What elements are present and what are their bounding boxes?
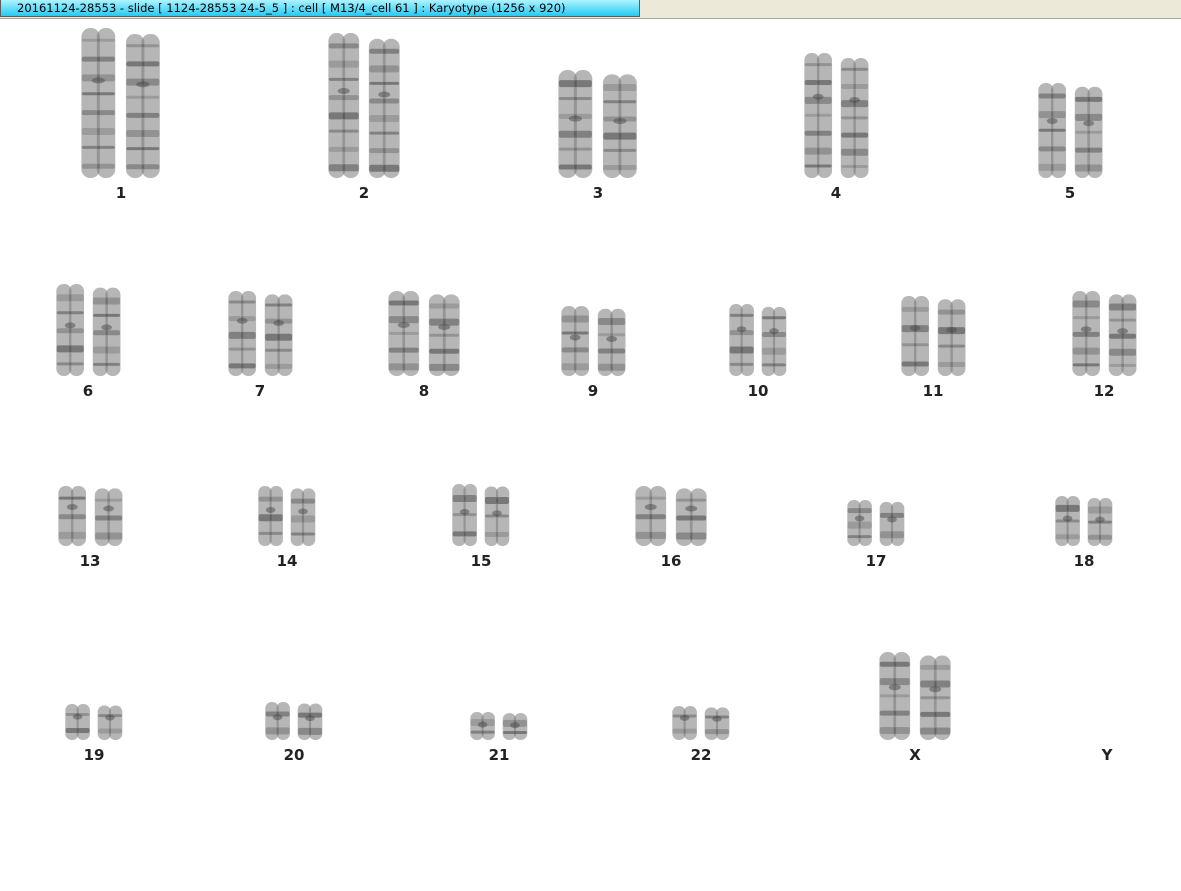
chromosome-homolog <box>761 306 787 376</box>
chromosome-homolog <box>97 705 123 740</box>
chromosome-homolog <box>227 291 256 376</box>
chromosome-homolog <box>558 70 593 178</box>
chromosome-homolog <box>65 704 91 740</box>
chromosome-pair <box>1055 496 1113 546</box>
chromosome-label: 17 <box>865 552 887 570</box>
chromosome-label: 1 <box>115 184 127 202</box>
chromosome-homolog <box>92 287 121 376</box>
title-bar: 20161124-28553 - slide [ 1124-28553 24-5… <box>0 0 1181 19</box>
chromosome-homolog <box>1074 86 1103 178</box>
chromosome-pair <box>470 712 528 740</box>
chromosome-homolog <box>428 294 460 376</box>
chromosome-homolog <box>937 299 966 376</box>
chromosome-label: X <box>909 746 921 764</box>
chromosome-pair <box>55 284 121 376</box>
chromosome-label: 12 <box>1093 382 1115 400</box>
chromosome-homolog <box>297 703 323 740</box>
chromosome-homolog <box>94 488 123 546</box>
chromosome-pair <box>265 702 323 740</box>
chromosome-homolog <box>560 306 589 376</box>
chromosome-label: 9 <box>587 382 599 400</box>
chromosome-label: 11 <box>922 382 944 400</box>
chromosome-label: 10 <box>747 382 769 400</box>
chromosome-homolog <box>328 33 360 178</box>
chromosome-pair <box>227 291 293 376</box>
chromosome-pair <box>81 28 161 178</box>
chromosome-pair <box>57 486 123 546</box>
chromosome-homolog <box>847 500 873 546</box>
chromosome-homolog <box>470 712 496 740</box>
chromosome-homolog <box>635 486 667 546</box>
chromosome-homolog <box>264 294 293 376</box>
chromosome-label: 21 <box>488 746 510 764</box>
chromosome-label: 8 <box>418 382 430 400</box>
chromosome-homolog <box>1108 294 1137 376</box>
chromosome-pair <box>558 70 638 178</box>
chromosome-label: 7 <box>254 382 266 400</box>
chromosome-homolog <box>55 284 84 376</box>
chromosome-label: 19 <box>83 746 105 764</box>
chromosome-label: 18 <box>1073 552 1095 570</box>
chromosome-pair <box>879 652 951 740</box>
chromosome-homolog <box>81 28 116 178</box>
chromosome-pair <box>1037 83 1103 178</box>
chromosome-label: 13 <box>79 552 101 570</box>
chromosome-homolog <box>919 655 951 740</box>
chromosome-label: 14 <box>276 552 298 570</box>
chromosome-pair <box>803 53 869 178</box>
chromosome-homolog <box>265 702 291 740</box>
chromosome-homolog <box>603 74 638 178</box>
chromosome-homolog <box>1071 291 1100 376</box>
chromosome-homolog <box>675 488 707 546</box>
chromosome-homolog <box>452 484 478 546</box>
chromosome-label: 16 <box>660 552 682 570</box>
chromosome-pair <box>900 296 966 376</box>
chromosome-homolog <box>879 501 905 546</box>
chromosome-label: 22 <box>690 746 712 764</box>
chromosome-label: 4 <box>830 184 842 202</box>
chromosome-label: Y <box>1101 746 1113 764</box>
chromosome-homolog <box>57 486 86 546</box>
chromosome-label: 6 <box>82 382 94 400</box>
chromosome-label: 20 <box>283 746 305 764</box>
chromosome-homolog <box>1087 498 1113 546</box>
chromosome-homolog <box>597 308 626 376</box>
chromosome-pair <box>847 500 905 546</box>
chromosome-homolog <box>126 34 161 178</box>
chromosome-homolog <box>388 291 420 376</box>
chromosome-pair <box>452 484 510 546</box>
chromosome-homolog <box>502 713 528 740</box>
chromosome-homolog <box>803 53 832 178</box>
karyogram: 1 2 3 4 5 6 7 8 9 10 11 12 13 14 15 16 17 18 19 20 21 22 X Y <box>0 19 1181 891</box>
chromosome-homolog <box>1037 83 1066 178</box>
chromosome-label: 15 <box>470 552 492 570</box>
chromosome-pair <box>388 291 460 376</box>
chromosome-label: 3 <box>592 184 604 202</box>
chromosome-homolog <box>258 486 284 546</box>
chromosome-pair <box>1071 291 1137 376</box>
chromosome-pair <box>729 304 787 376</box>
chromosome-homolog <box>840 58 869 178</box>
chromosome-homolog <box>1055 496 1081 546</box>
chromosome-homolog <box>484 486 510 546</box>
chromosome-homolog <box>368 38 400 178</box>
chromosome-pair <box>672 706 730 740</box>
window-title: 20161124-28553 - slide [ 1124-28553 24-5… <box>0 0 640 17</box>
chromosome-pair <box>65 704 123 740</box>
chromosome-label: 5 <box>1064 184 1076 202</box>
chromosome-pair <box>258 486 316 546</box>
chromosome-homolog <box>900 296 929 376</box>
chromosome-homolog <box>729 304 755 376</box>
chromosome-pair <box>328 33 400 178</box>
chromosome-homolog <box>704 707 730 740</box>
chromosome-homolog <box>879 652 911 740</box>
chromosome-pair <box>635 486 707 546</box>
chromosome-homolog <box>290 488 316 546</box>
chromosome-homolog <box>672 706 698 740</box>
chromosome-label: 2 <box>358 184 370 202</box>
chromosome-pair <box>560 306 626 376</box>
